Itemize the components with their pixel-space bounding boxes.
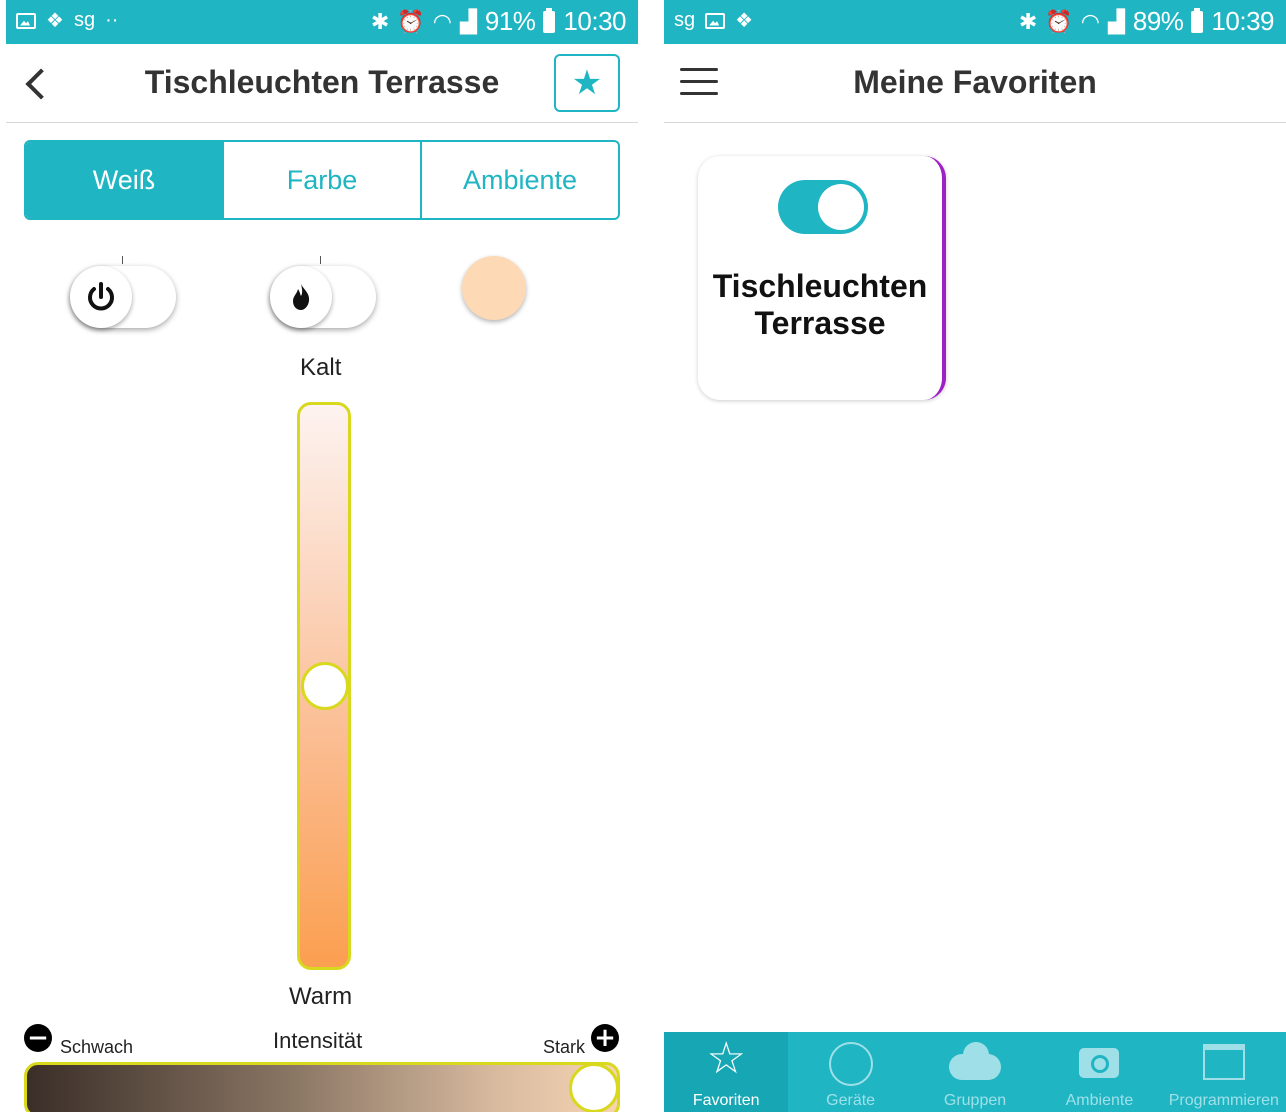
- mode-tabs: Weiß Farbe Ambiente: [24, 140, 620, 220]
- bluetooth-icon: ✱: [370, 8, 390, 34]
- power-toggle-knob[interactable]: [70, 266, 132, 328]
- nav-geraete[interactable]: Geräte: [788, 1032, 912, 1112]
- circle-icon: [828, 1042, 873, 1086]
- intensity-title: Intensität: [273, 1028, 363, 1053]
- wifi-icon: ◠: [432, 8, 452, 34]
- calendar-icon: [1202, 1044, 1245, 1080]
- page-title: Tischleuchten Terrasse: [144, 64, 500, 100]
- nav-favoriten[interactable]: ☆ Favoriten: [664, 1032, 789, 1112]
- signal-icon: ▟: [1107, 8, 1125, 34]
- status-icons-right: ✱ ⏰ ◠ ▟ 89% 10:39: [1018, 6, 1275, 37]
- favorite-card-title: Tischleuchten Terrasse: [698, 268, 942, 342]
- tab-weiss[interactable]: Weiß: [26, 142, 224, 218]
- intensity-slider-knob[interactable]: [569, 1063, 619, 1112]
- favorite-button[interactable]: ★: [554, 54, 620, 112]
- battery-icon: [543, 7, 556, 33]
- tab-farbe[interactable]: Farbe: [224, 142, 422, 218]
- status-time: 10:39: [1211, 6, 1274, 36]
- bottom-navigation: ☆ Favoriten Geräte Gruppen Ambiente Prog…: [664, 1032, 1286, 1112]
- bluetooth-icon: ✱: [1018, 8, 1038, 34]
- page-title: Meine Favoriten: [853, 64, 1097, 100]
- nav-label: Ambiente: [1065, 1092, 1134, 1109]
- nav-programmieren[interactable]: Programmieren: [1162, 1032, 1286, 1112]
- battery-percent: 91%: [484, 6, 536, 36]
- smartgate-icon: sg: [73, 9, 96, 31]
- increase-intensity-button[interactable]: +: [591, 1024, 619, 1052]
- intensity-slider-track[interactable]: [24, 1062, 620, 1112]
- nav-label: Geräte: [826, 1092, 876, 1109]
- color-preview-swatch[interactable]: [462, 256, 526, 320]
- temperature-slider-knob[interactable]: [301, 662, 349, 710]
- cloud-icon: [949, 1042, 1002, 1080]
- signal-icon: ▟: [459, 8, 477, 34]
- favorite-toggle-knob[interactable]: [818, 184, 864, 230]
- favorite-toggle[interactable]: [778, 180, 868, 234]
- plus-icon: +: [594, 1023, 616, 1053]
- star-icon: ★: [571, 63, 603, 103]
- app-header: Meine Favoriten: [664, 44, 1286, 123]
- status-icons-right: ✱ ⏰ ◠ ▟ 91% 10:30: [370, 6, 627, 37]
- left-screen: ❖ sg ·· ✱ ⏰ ◠ ▟ 91% 10:30 Tischleuchten …: [6, 0, 638, 1112]
- right-screen: sg ❖ ✱ ⏰ ◠ ▟ 89% 10:39 Meine Favoriten T…: [664, 0, 1286, 1112]
- camera-icon: [1079, 1048, 1120, 1078]
- dropbox-icon: ❖: [46, 10, 64, 32]
- favorite-card-title-line2: Terrasse: [754, 305, 886, 341]
- status-icons-left: sg ❖: [674, 8, 753, 33]
- divider-tick: [122, 256, 123, 264]
- dropbox-icon: ❖: [735, 10, 754, 32]
- more-dots-icon: ··: [105, 9, 119, 31]
- status-time: 10:30: [563, 6, 626, 36]
- favorite-card-title-line1: Tischleuchten: [712, 268, 928, 304]
- power-icon: [88, 282, 114, 311]
- minus-icon: −: [27, 1023, 49, 1053]
- decrease-intensity-button[interactable]: −: [24, 1024, 52, 1052]
- alarm-icon: ⏰: [1045, 8, 1073, 34]
- star-icon: ☆: [706, 1032, 746, 1084]
- nav-label: Gruppen: [943, 1092, 1007, 1109]
- flame-toggle-knob[interactable]: [270, 266, 332, 328]
- warm-label: Warm: [289, 983, 353, 1010]
- smartgate-icon: sg: [674, 9, 696, 31]
- battery-percent: 89%: [1132, 6, 1184, 36]
- status-bar: ❖ sg ·· ✱ ⏰ ◠ ▟ 91% 10:30: [6, 0, 638, 44]
- flame-toggle[interactable]: [270, 266, 376, 328]
- tab-ambiente[interactable]: Ambiente: [422, 142, 618, 218]
- divider-tick: [320, 256, 321, 264]
- nav-gruppen[interactable]: Gruppen: [913, 1032, 1037, 1112]
- stark-label: Stark: [543, 1037, 586, 1057]
- nav-ambiente[interactable]: Ambiente: [1037, 1032, 1161, 1112]
- favorite-card[interactable]: Tischleuchten Terrasse: [698, 156, 946, 400]
- status-bar: sg ❖ ✱ ⏰ ◠ ▟ 89% 10:39: [664, 0, 1286, 44]
- power-toggle[interactable]: [70, 266, 176, 328]
- app-header: Tischleuchten Terrasse ★: [6, 44, 638, 123]
- kalt-label: Kalt: [300, 354, 342, 381]
- flame-icon: [293, 284, 310, 310]
- nav-label: Favoriten: [692, 1092, 760, 1109]
- battery-icon: [1191, 7, 1204, 33]
- status-icons-left: ❖ sg ··: [16, 8, 118, 33]
- wifi-icon: ◠: [1080, 8, 1100, 34]
- gallery-icon: [16, 12, 36, 29]
- alarm-icon: ⏰: [397, 8, 425, 34]
- nav-label: Programmieren: [1168, 1092, 1279, 1109]
- gallery-icon: [705, 12, 726, 29]
- schwach-label: Schwach: [60, 1037, 134, 1057]
